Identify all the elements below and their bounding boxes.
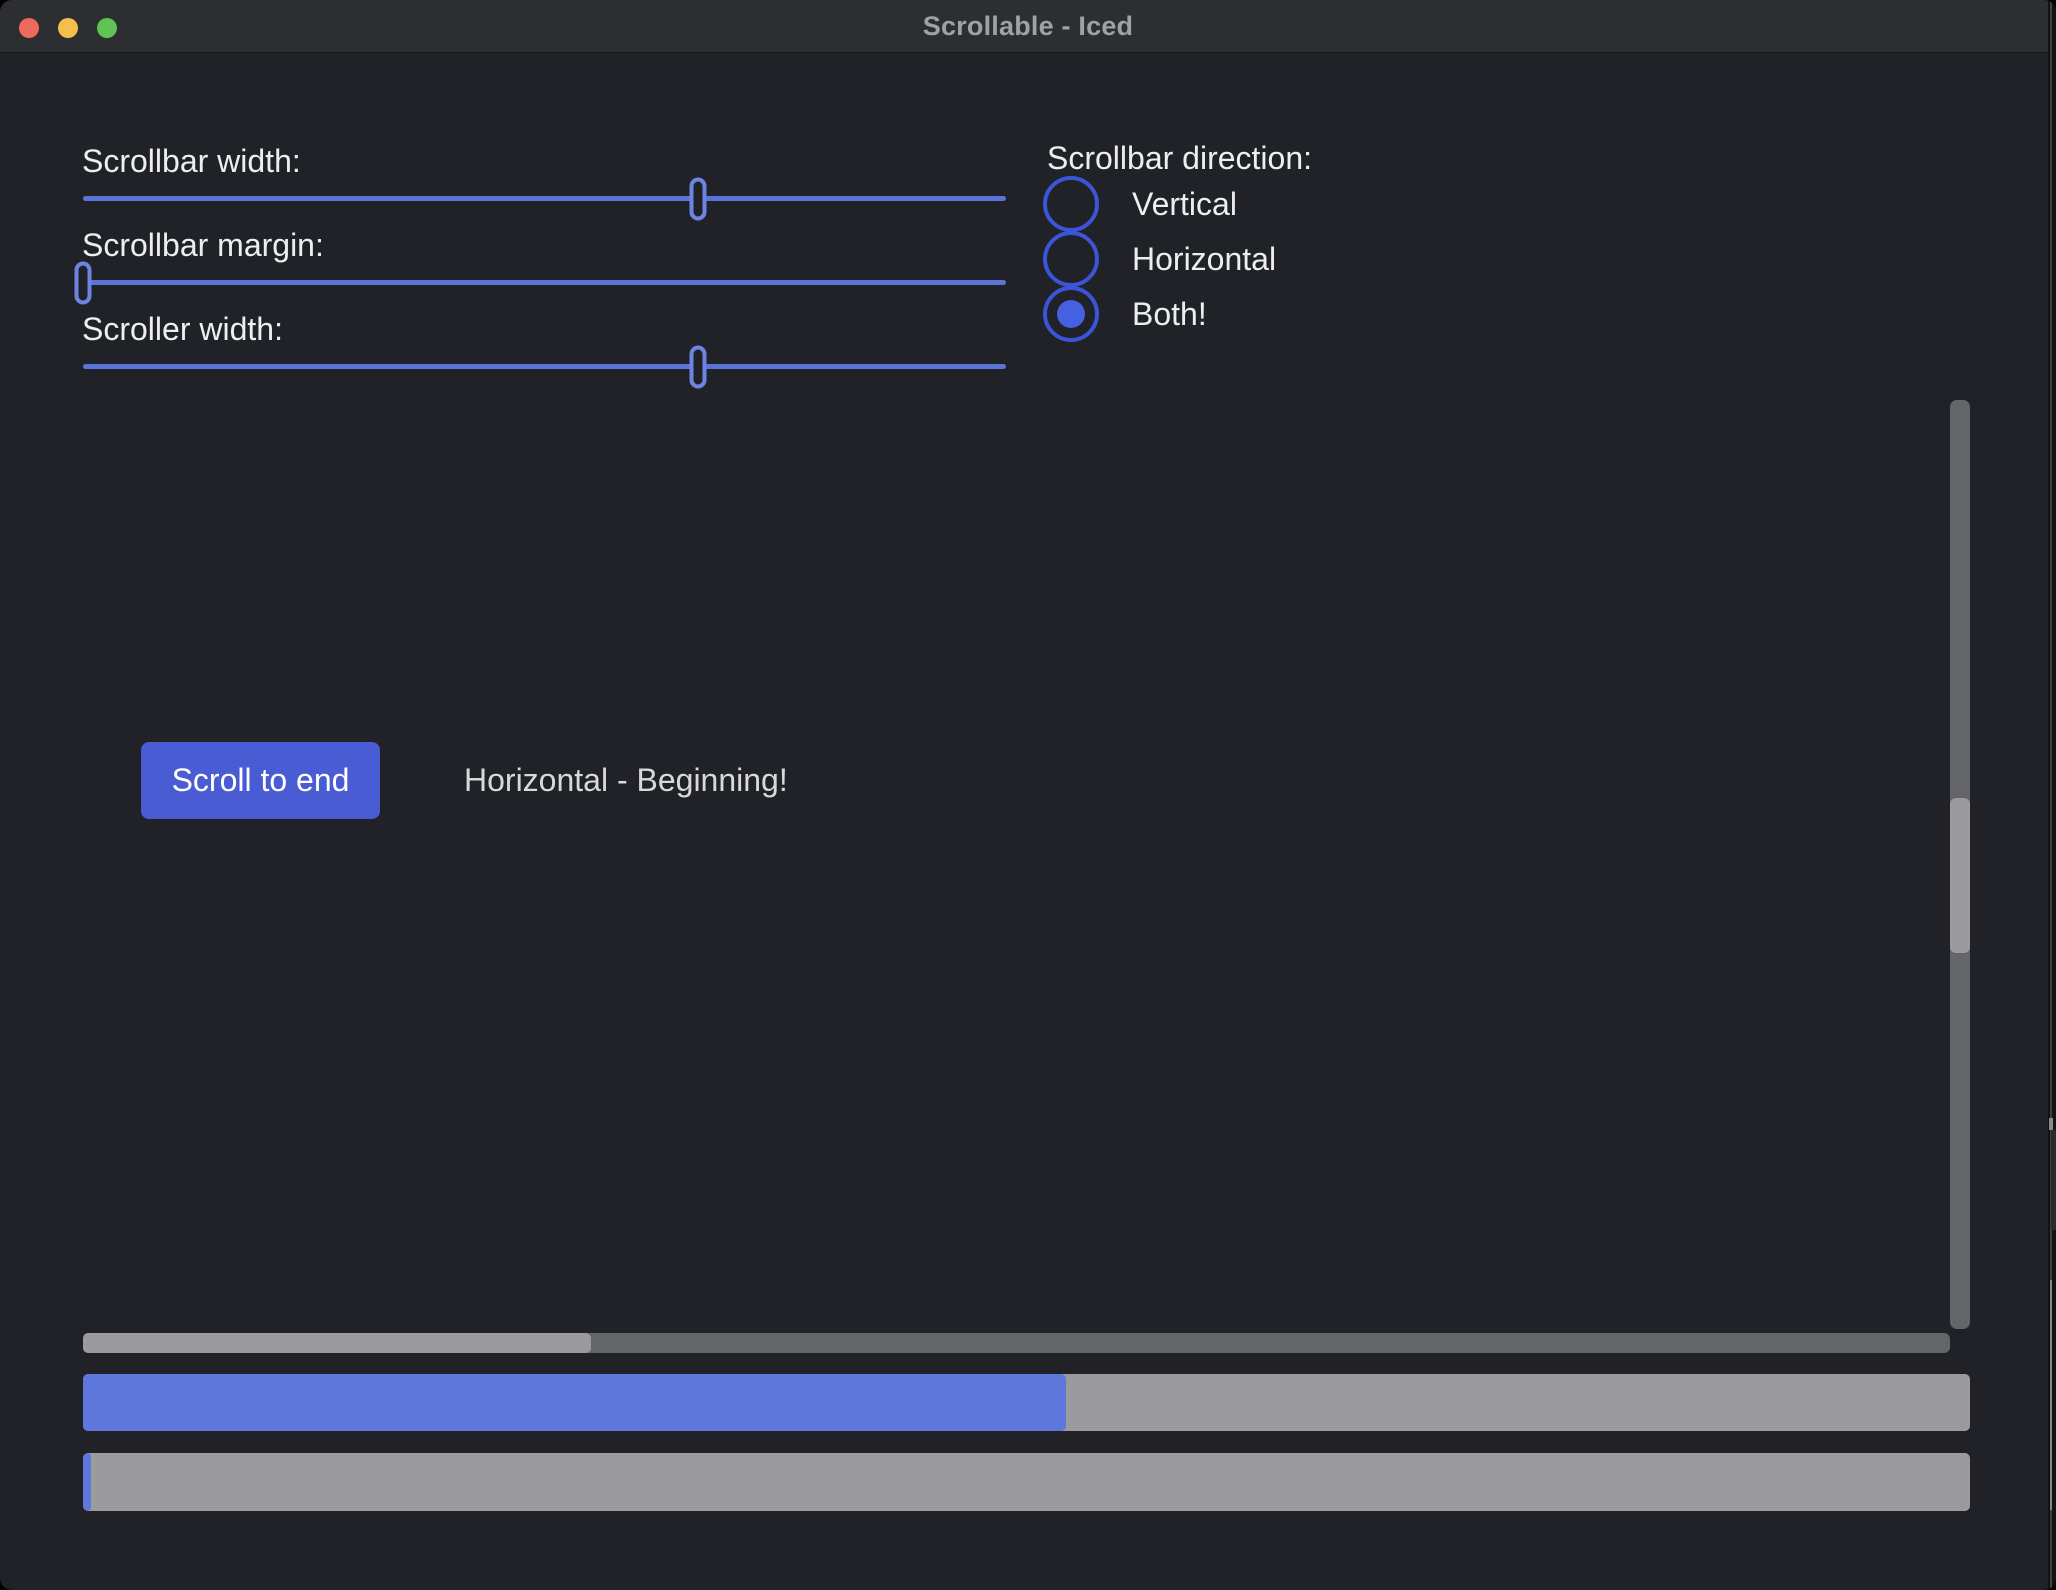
scrollbar-margin-slider-handle[interactable]: [75, 261, 92, 304]
scrollbar-width-slider-handle[interactable]: [689, 177, 706, 220]
zoom-button-icon[interactable]: [97, 18, 117, 38]
scrollbar-direction-label: Scrollbar direction:: [1047, 140, 1312, 177]
radio-circle-icon[interactable]: [1043, 176, 1099, 232]
background-window-detail: [2051, 1130, 2056, 1230]
radio-dot-icon: [1057, 300, 1085, 328]
scroll-y-progress-fill: [83, 1374, 1066, 1431]
scroll-x-progress-bar: [83, 1453, 1970, 1511]
horizontal-scrollbar-thumb[interactable]: [83, 1333, 591, 1353]
vertical-scrollbar-thumb[interactable]: [1950, 798, 1970, 953]
window-title: Scrollable - Iced: [923, 11, 1133, 42]
radio-option-label: Both!: [1132, 296, 1207, 333]
scrollbar-margin-slider[interactable]: [83, 280, 1006, 285]
scroll-to-end-button[interactable]: Scroll to end: [141, 742, 380, 819]
background-window-detail: [2049, 1118, 2053, 1130]
background-window-detail: [2050, 1280, 2052, 1510]
scrollbar-width-slider[interactable]: [83, 196, 1006, 201]
radio-option-horizontal[interactable]: Horizontal: [1043, 231, 1276, 287]
radio-option-label: Horizontal: [1132, 241, 1276, 278]
horizontal-scrollbar[interactable]: [83, 1333, 1950, 1353]
radio-circle-icon[interactable]: [1043, 286, 1099, 342]
app-window: Scrollable - Iced Scrollbar width: Scrol…: [0, 0, 2056, 1590]
scroll-y-progress-bar: [83, 1374, 1970, 1431]
vertical-scrollbar[interactable]: [1950, 400, 1970, 1329]
scroller-width-slider-handle[interactable]: [689, 345, 706, 388]
titlebar[interactable]: Scrollable - Iced: [0, 0, 2056, 53]
scroll-x-progress-fill: [83, 1453, 91, 1511]
scrollbar-margin-label: Scrollbar margin:: [82, 227, 324, 264]
radio-option-both[interactable]: Both!: [1043, 286, 1207, 342]
scroller-width-label: Scroller width:: [82, 311, 283, 348]
radio-circle-icon[interactable]: [1043, 231, 1099, 287]
radio-option-vertical[interactable]: Vertical: [1043, 176, 1237, 232]
background-window-edge: [2048, 0, 2056, 1590]
radio-option-label: Vertical: [1132, 186, 1237, 223]
minimize-button-icon[interactable]: [58, 18, 78, 38]
scroll-status-text: Horizontal - Beginning!: [464, 742, 788, 819]
close-button-icon[interactable]: [19, 18, 39, 38]
scrollbar-width-label: Scrollbar width:: [82, 143, 301, 180]
scroller-width-slider[interactable]: [83, 364, 1006, 369]
